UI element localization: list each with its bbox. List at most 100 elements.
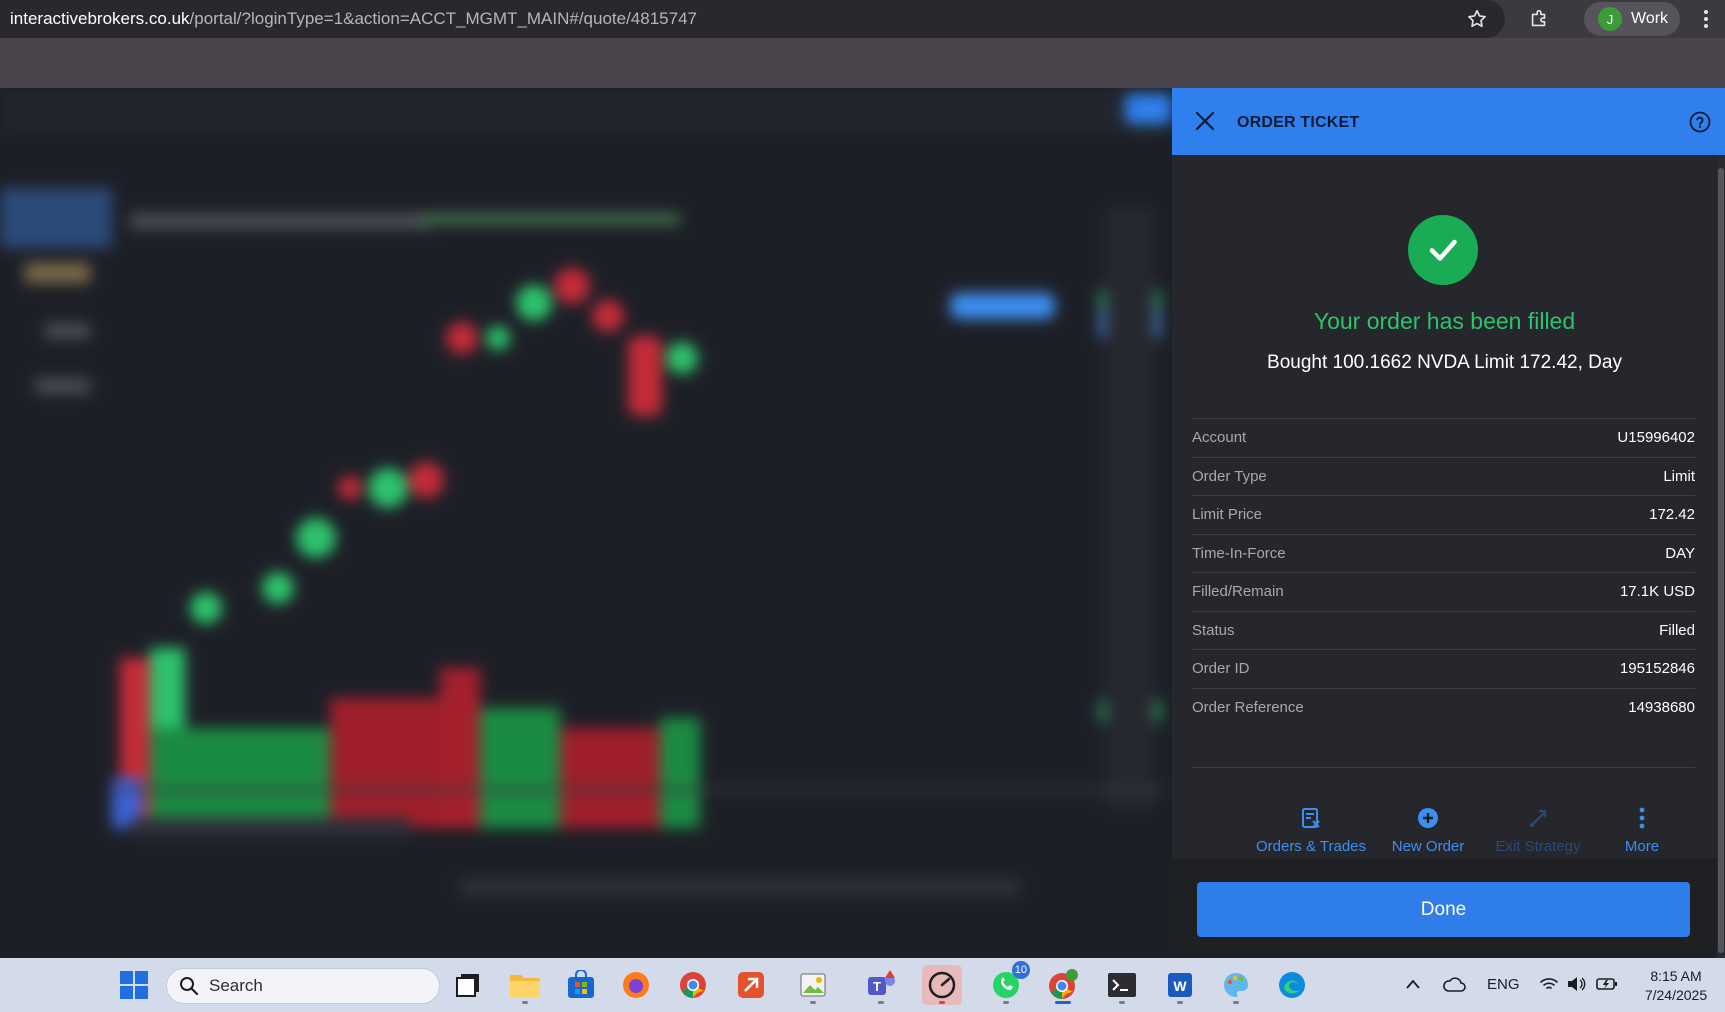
running-indicator	[810, 1001, 816, 1004]
onedrive-cloud-icon[interactable]	[1442, 975, 1466, 993]
search-icon	[180, 977, 199, 996]
order-ticket-body: Your order has been filled Bought 100.16…	[1172, 155, 1717, 858]
taskbar: Search T 10 W ENG 8:15 AM 7/24/2025	[0, 958, 1725, 1012]
detail-row-limit-price: Limit Price 172.42	[1192, 496, 1695, 535]
edge-icon[interactable]	[1272, 965, 1312, 1005]
whatsapp-icon[interactable]: 10	[986, 961, 1030, 1005]
detail-label: Status	[1192, 621, 1235, 639]
teams-icon[interactable]: T	[861, 965, 901, 1005]
extensions-icon[interactable]	[1524, 4, 1554, 34]
svg-text:T: T	[873, 979, 881, 994]
running-indicator	[1055, 1001, 1071, 1004]
battery-icon[interactable]	[1596, 976, 1618, 992]
detail-row-order-id: Order ID 195152846	[1192, 650, 1695, 689]
clock-time: 8:15 AM	[1650, 968, 1702, 984]
wifi-icon[interactable]	[1539, 976, 1559, 992]
exit-strategy-label: Exit Strategy	[1495, 838, 1581, 855]
bookmark-star-icon[interactable]	[1462, 4, 1492, 34]
detail-value: 172.42	[1649, 506, 1695, 524]
running-indicator	[522, 1001, 528, 1004]
chevron-up-icon[interactable]	[1405, 978, 1421, 990]
detail-row-filled-remain: Filled/Remain 17.1K USD	[1192, 573, 1695, 612]
running-indicator	[1177, 1001, 1183, 1004]
image-app-icon[interactable]	[793, 965, 833, 1005]
whatsapp-badge: 10	[1011, 961, 1030, 979]
detail-label: Order ID	[1192, 660, 1250, 678]
bookmark-bar	[0, 38, 1725, 88]
browser-toolbar: interactivebrokers.co.uk/portal/?loginTy…	[0, 0, 1725, 38]
remote-app-icon[interactable]	[731, 965, 771, 1005]
done-button[interactable]: Done	[1197, 882, 1690, 937]
speedtest-icon[interactable]	[922, 965, 962, 1005]
exit-strategy-icon	[1525, 805, 1551, 831]
profile-avatar: J	[1598, 7, 1622, 31]
detail-value: 195152846	[1619, 660, 1695, 678]
detail-row-time-in-force: Time-In-Force DAY	[1192, 535, 1695, 573]
paint-icon[interactable]	[1216, 965, 1256, 1005]
taskbar-search-input[interactable]: Search	[166, 968, 440, 1004]
profile-button[interactable]: J Work	[1584, 2, 1680, 36]
profile-label: Work	[1631, 10, 1669, 27]
panel-scrollbar-thumb[interactable]	[1718, 168, 1724, 953]
detail-value: DAY	[1665, 544, 1695, 562]
detail-row-order-reference: Order Reference 14938680	[1192, 689, 1695, 728]
order-ticket-panel: ORDER TICKET Your order has been filled …	[1172, 88, 1725, 958]
check-icon	[1408, 215, 1478, 285]
firefox-icon[interactable]	[616, 965, 656, 1005]
detail-value: Filled	[1659, 621, 1695, 639]
order-ticket-title: ORDER TICKET	[1237, 114, 1360, 131]
task-view-icon[interactable]	[448, 965, 488, 1005]
detail-row-status: Status Filled	[1192, 612, 1695, 650]
divider	[1192, 767, 1695, 768]
url-host: interactivebrokers.co.uk	[10, 9, 190, 28]
detail-row-account: Account U15996402	[1192, 419, 1695, 458]
help-icon[interactable]	[1688, 110, 1712, 134]
detail-label: Filled/Remain	[1192, 583, 1284, 601]
address-bar[interactable]: interactivebrokers.co.uk/portal/?loginTy…	[0, 0, 1505, 38]
detail-row-order-type: Order Type Limit	[1192, 458, 1695, 496]
chart-canvas	[0, 88, 1172, 958]
detail-value: Limit	[1663, 467, 1695, 485]
chrome-profile-icon[interactable]	[1043, 965, 1083, 1005]
terminal-icon[interactable]	[1102, 965, 1142, 1005]
new-order-button[interactable]: New Order	[1378, 805, 1478, 855]
detail-label: Limit Price	[1192, 506, 1263, 524]
blurred-chart-background	[0, 88, 1172, 958]
url-path: /portal/?loginType=1&action=ACCT_MGMT_MA…	[189, 9, 697, 28]
svg-text:W: W	[1173, 978, 1187, 994]
detail-label: Time-In-Force	[1192, 544, 1286, 562]
running-indicator	[1233, 1001, 1239, 1004]
detail-label: Order Type	[1192, 467, 1267, 485]
windows-start-icon[interactable]	[114, 965, 154, 1005]
order-details-table: Account U15996402 Order Type Limit Limit…	[1192, 418, 1695, 727]
language-indicator[interactable]: ENG	[1487, 976, 1520, 993]
order-filled-heading: Your order has been filled	[1313, 308, 1576, 334]
more-button[interactable]: More	[1612, 805, 1672, 855]
system-clock[interactable]: 8:15 AM 7/24/2025	[1636, 967, 1716, 1005]
more-vertical-icon	[1629, 805, 1655, 831]
detail-value: 14938680	[1628, 699, 1695, 717]
chrome-icon[interactable]	[673, 965, 713, 1005]
order-actions-bar: Orders & Trades New Order Exit Strategy …	[1172, 805, 1717, 858]
running-indicator	[1119, 1001, 1125, 1004]
detail-label: Account	[1192, 429, 1247, 447]
chart-blur-layer	[0, 88, 1172, 958]
detail-value: 17.1K USD	[1619, 583, 1695, 601]
exit-strategy-button[interactable]: Exit Strategy	[1483, 805, 1593, 855]
search-placeholder: Search	[209, 976, 263, 995]
url-text[interactable]: interactivebrokers.co.uk/portal/?loginTy…	[10, 9, 697, 29]
new-order-label: New Order	[1391, 838, 1465, 855]
clock-date: 7/24/2025	[1644, 987, 1708, 1003]
ms-store-icon[interactable]	[561, 965, 601, 1005]
close-icon[interactable]	[1192, 108, 1218, 134]
order-summary: Bought 100.1662 NVDA Limit 172.42, Day	[1267, 352, 1622, 373]
kebab-menu-icon[interactable]	[1694, 4, 1718, 34]
word-icon[interactable]: W	[1160, 965, 1200, 1005]
file-explorer-icon[interactable]	[505, 965, 545, 1005]
volume-icon[interactable]	[1566, 975, 1586, 993]
order-ticket-header: ORDER TICKET	[1172, 88, 1725, 155]
detail-value: U15996402	[1617, 429, 1695, 447]
running-indicator	[1003, 1001, 1009, 1004]
orders-trades-button[interactable]: Orders & Trades	[1251, 805, 1371, 855]
orders-trades-icon	[1298, 805, 1324, 831]
